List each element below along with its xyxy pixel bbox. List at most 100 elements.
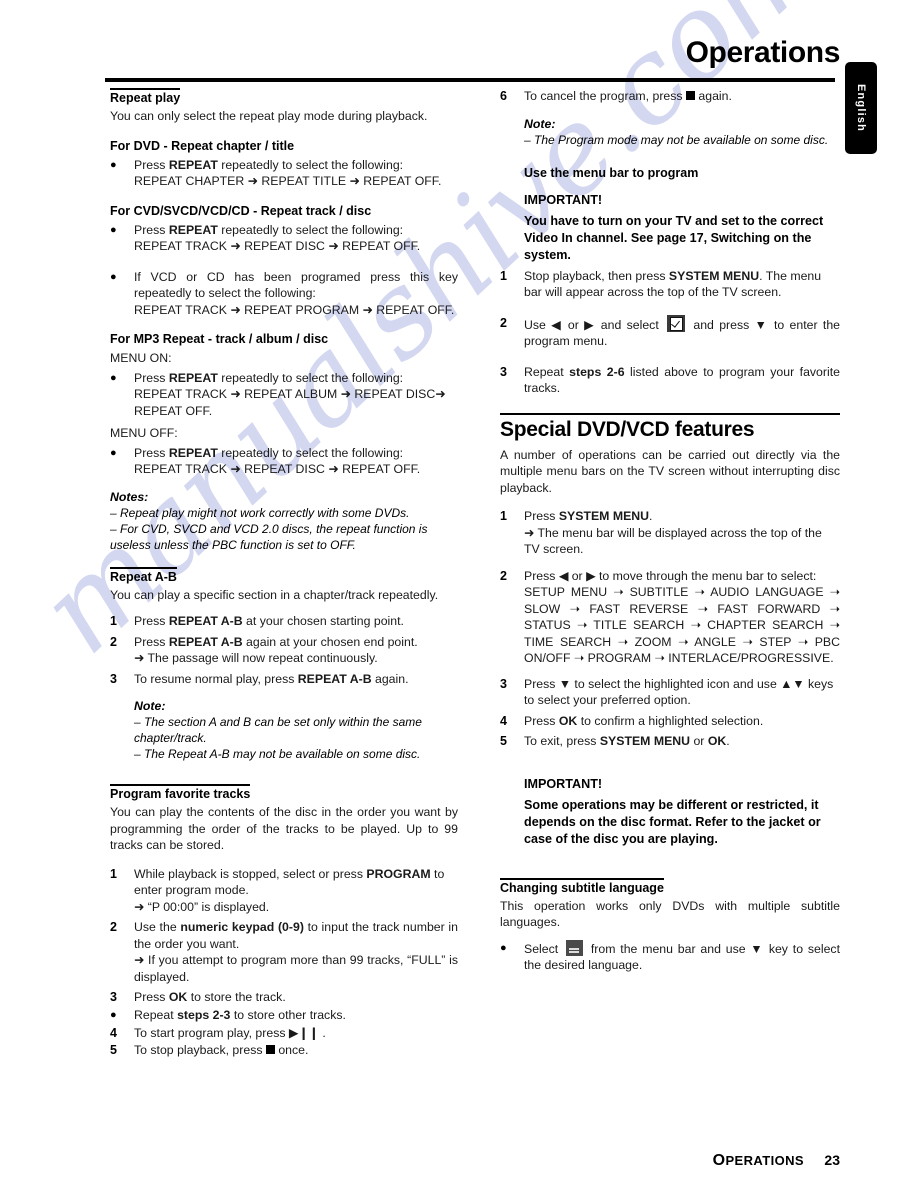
r6-pre: To cancel the program, press [524,89,686,103]
repeat-play-mp3-subhead: For MP3 Repeat - track / album / disc [110,332,329,346]
ab1-key: REPEAT A-B [168,614,243,628]
step-number: 5 [110,1043,117,1057]
program-tracks-title: Program favorite tracks [110,784,251,801]
special-step-3: 3 Press ▼ to select the highlighted icon… [500,676,840,709]
sub-pre: Select [524,941,564,956]
repeat-ab-step-1: 1 Press REPEAT A-B at your chosen starti… [110,613,458,630]
footer-section-name: OPERATIONS [713,1152,804,1169]
repeat-play-dvd-bullet: ● Press REPEAT repeatedly to select the … [110,157,458,190]
ab3-post: again. [371,671,409,686]
special-features-heading: Special DVD/VCD features [500,412,840,442]
mp3on-sequence: REPEAT TRACK ➜ REPEAT ALBUM ➜ REPEAT DIS… [134,387,446,418]
program-step-4: 4 To start program play, press ▶❙❙ . [110,1025,458,1042]
section-program-tracks: Program favorite tracks You can play the… [110,784,458,1059]
repeat-play-intro: You can only select the repeat play mode… [110,109,428,123]
programed-sequence: REPEAT TRACK ➜ REPEAT PROGRAM ➜ REPEAT O… [134,302,455,317]
programed-text: If VCD or CD has been programed press th… [134,269,458,301]
subtitle-section-title: Changing subtitle language [500,877,664,895]
subtitle-section-intro: This operation works only DVDs with mult… [500,898,840,930]
m2-pre: Use ◀ or ▶ and select [524,317,665,332]
p5-post: once. [274,1043,309,1057]
s5-post: . [726,734,730,748]
p3-pre: Press [134,990,169,1004]
repeat-ab-step-2: 2 Press REPEAT A-B again at your chosen … [110,634,458,667]
mp3off-press-post: repeatedly to select the following: [217,445,404,460]
step-number: 4 [110,1025,117,1040]
repeat-ab-title: Repeat A-B [110,566,177,584]
important-2-body: Some operations may be different or rest… [524,797,821,846]
p1-pre: While playback is stopped, select or pre… [134,866,367,881]
repeat-play-notes-title: Notes: [110,489,149,504]
repeat-play-cvd-bullet: ● Press REPEAT repeatedly to select the … [110,222,458,255]
repeat-ab-intro: You can play a specific section in a cha… [110,587,439,602]
repeat-ab-note-2: – The Repeat A-B may not be available on… [134,747,421,761]
bullet-icon: ● [500,941,507,954]
p2-key: numeric keypad (0-9) [180,920,304,934]
program-step-3: 3 Press OK to store the track. [110,989,458,1006]
footer-page-number: 23 [824,1152,840,1168]
footer: OPERATIONS 23 [0,1152,918,1170]
s4-post: to confirm a highlighted selection. [577,713,764,728]
subtitle-menu-icon [566,939,584,956]
p1-key: PROGRAM [366,866,431,881]
special-step-2: 2 Press ◀ or ▶ to move through the menu … [500,568,840,667]
dvd-press-post: repeatedly to select the following: [217,157,404,172]
menu-off-label: MENU OFF: [110,426,178,440]
ab2-pre: Press [134,634,169,649]
dvd-press-pre: Press [134,157,169,172]
cvd-press-post: repeatedly to select the following: [217,222,404,237]
ab3-key: REPEAT A-B [297,671,372,686]
cvd-repeat-sequence: REPEAT TRACK ➜ REPEAT DISC ➜ REPEAT OFF. [134,239,421,253]
cvd-press-pre: Press [134,222,169,237]
step-number: 2 [110,920,117,934]
cvd-press-key: REPEAT [168,222,218,237]
dvd-repeat-sequence: REPEAT CHAPTER ➜ REPEAT TITLE ➜ REPEAT O… [134,174,442,188]
step-number: 1 [110,614,117,628]
m1-pre: Stop playback, then press [524,268,669,283]
bullet-icon: ● [110,270,117,283]
repeat-play-note-2: – For CVD, SVCD and VCD 2.0 discs, the r… [110,521,428,552]
ab2-result: ➜ The passage will now repeat continuous… [134,651,378,665]
p2-pre: Use the [134,920,181,934]
mp3on-press-post: repeatedly to select the following: [217,370,404,385]
manual-page: manualshive.com Operations English Repea… [0,0,918,1188]
ab2-post: again at your chosen end point. [242,634,418,649]
s1-pre: Press [524,509,559,523]
s4-key: OK [558,713,578,728]
repeat-play-programed-bullet: ● If VCD or CD has been programed press … [110,269,458,319]
menu-step-3: 3 Repeat steps 2-6 listed above to progr… [500,364,840,397]
language-tab: English [845,62,877,154]
repeat-ab-step-3: 3 To resume normal play, press REPEAT A-… [110,671,458,688]
language-tab-label: English [855,83,867,133]
repeat-play-note-1: – Repeat play might not work correctly w… [110,505,410,520]
program-repeat-bullet: ● Repeat steps 2-3 to store other tracks… [110,1007,458,1024]
mp3off-press-pre: Press [134,445,169,460]
right-column: 6 To cancel the program, press again. No… [500,88,840,974]
special-step-5: 5 To exit, press SYSTEM MENU or OK. [500,733,840,750]
program-step-6: 6 To cancel the program, press again. [500,88,840,105]
ab2-key: REPEAT A-B [168,634,243,649]
repeat-play-title: Repeat play [110,88,181,105]
program-note-1: – The Program mode may not be available … [524,132,829,147]
special-step-4: 4 Press OK to confirm a highlighted sele… [500,713,840,730]
step-number: 2 [110,634,117,649]
s3-text: Press ▼ to select the highlighted icon a… [524,676,834,708]
s1-result: ➜ The menu bar will be displayed across … [524,525,822,557]
step-number: 3 [500,676,507,691]
program-tracks-intro: You can play the contents of the disc in… [110,805,458,852]
mp3-menu-off-bullet: ● Press REPEAT repeatedly to select the … [110,445,458,478]
menu-on-label: MENU ON: [110,351,172,365]
repeat-play-dvd-subhead: For DVD - Repeat chapter / title [110,138,295,153]
ab1-pre: Press [134,614,169,628]
program-step-5: 5 To stop playback, press once. [110,1042,458,1059]
mp3on-press-pre: Press [134,370,169,385]
r6-post: again. [695,89,732,103]
step-number: 1 [500,268,507,283]
s1-key: SYSTEM MENU [558,509,650,523]
page-title: Operations [685,36,841,69]
bullet-icon: ● [110,223,117,236]
important-1-title: IMPORTANT! [524,192,603,207]
pb-post: to store other tracks. [230,1007,346,1022]
repeat-ab-note-title: Note: [134,699,166,713]
step-number: 6 [500,89,507,103]
